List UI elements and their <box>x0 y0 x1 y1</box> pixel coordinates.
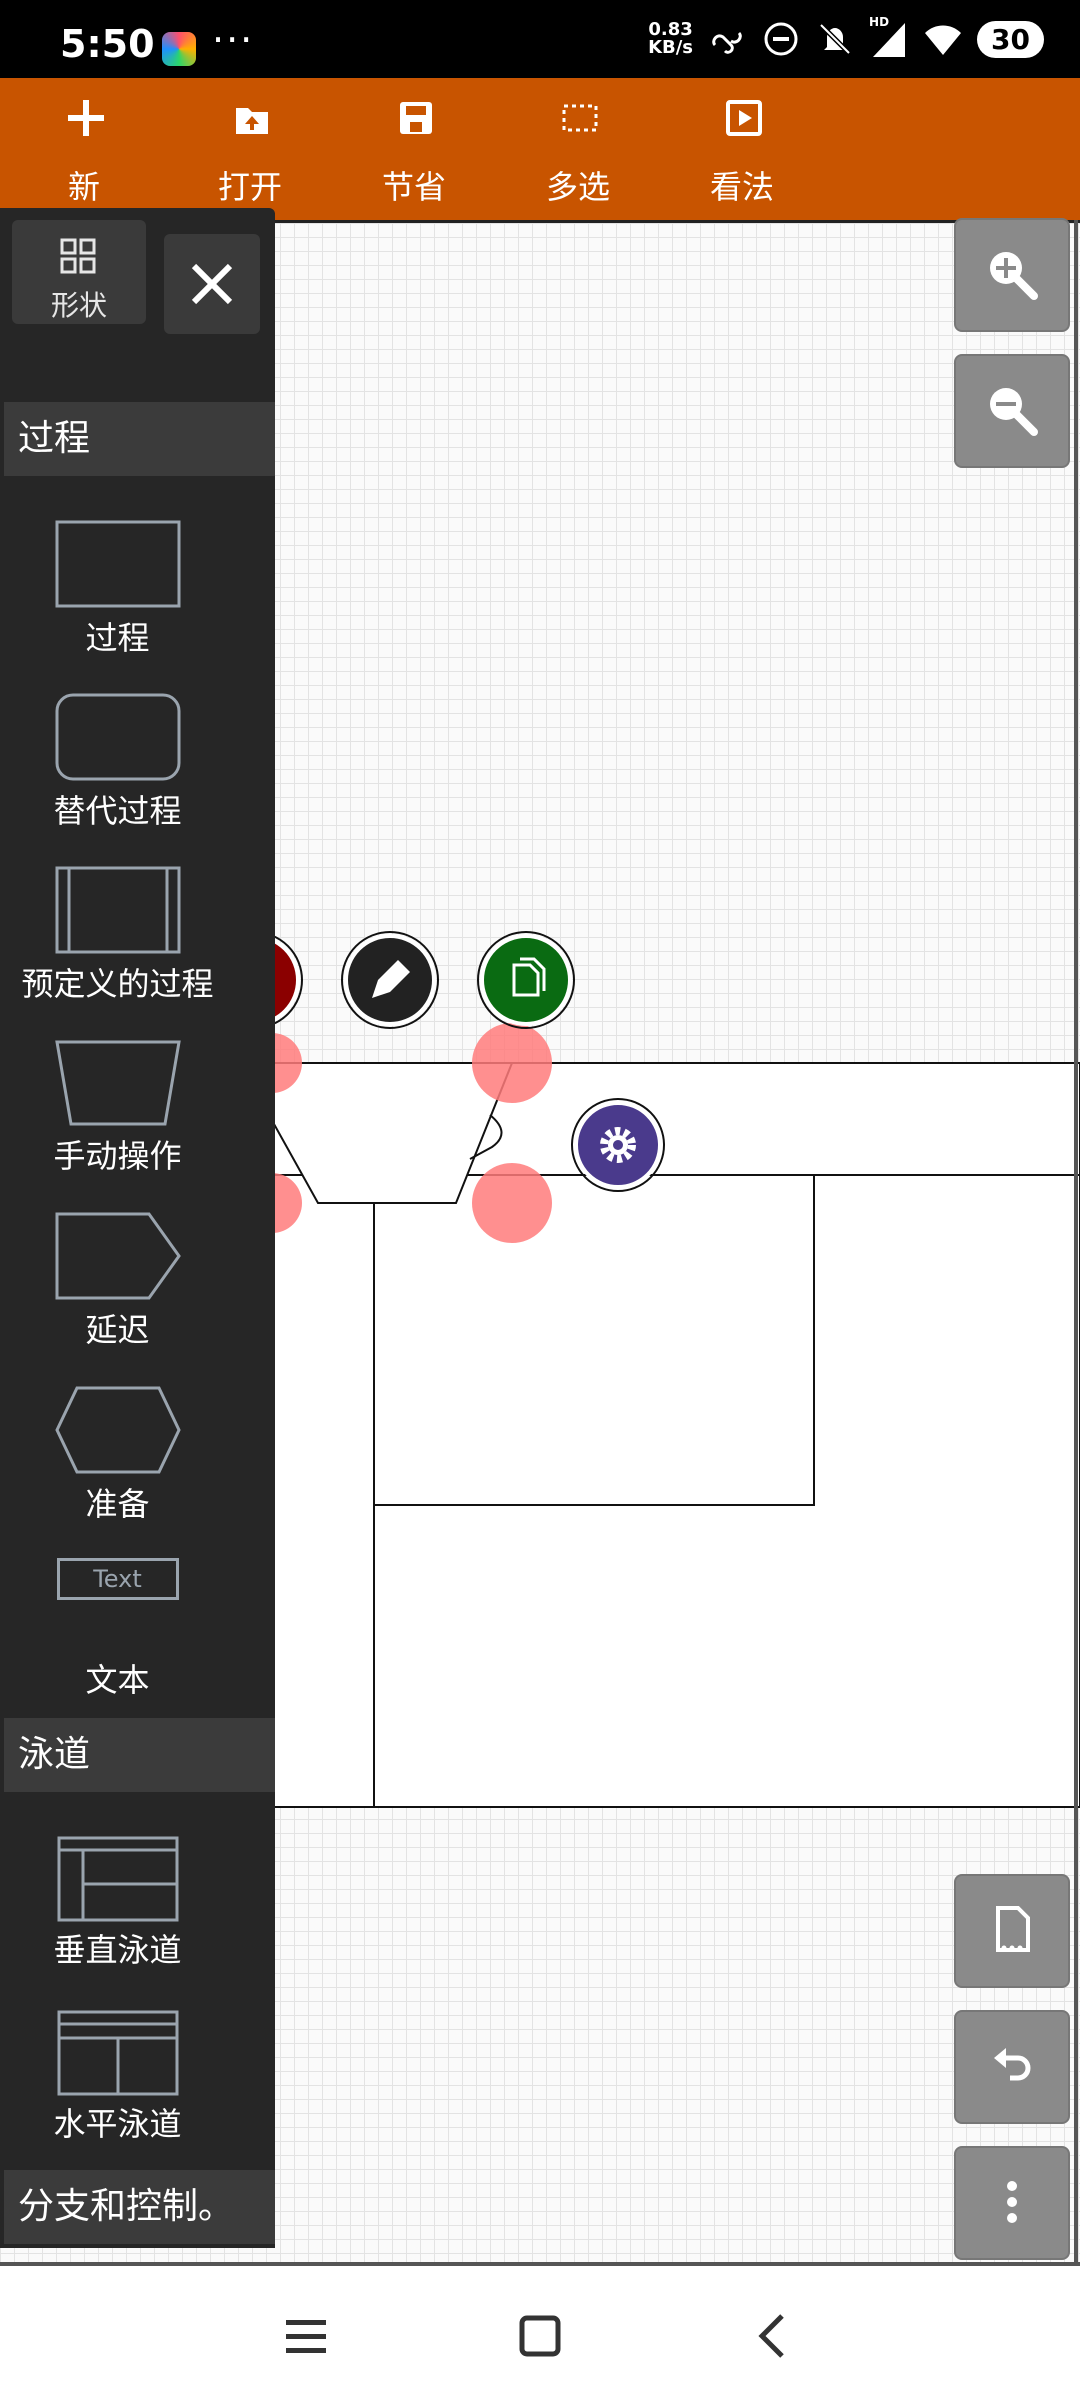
do-not-disturb-icon <box>764 22 798 56</box>
shapes-tab[interactable]: 形状 <box>12 220 146 324</box>
shape-label: 预定义的过程 <box>21 965 214 1003</box>
shape-item-horizontal-swimlane[interactable]: 水平泳道 <box>0 2010 235 2146</box>
shape-item-preparation[interactable]: 准备 <box>0 1386 235 1526</box>
wifi-icon <box>925 25 962 55</box>
section-header-swimlanes[interactable]: 泳道 <box>4 1718 275 1792</box>
close-sidebar-button[interactable] <box>164 234 260 334</box>
page-settings-button[interactable] <box>954 1874 1070 1988</box>
save-button[interactable]: 节省 <box>354 78 474 220</box>
resize-handle-bottom-right[interactable] <box>472 1163 552 1243</box>
battery-indicator: 30 <box>977 20 1044 58</box>
shape-item-delay[interactable]: 延迟 <box>0 1212 235 1352</box>
shape-label: 准备 <box>85 1485 150 1523</box>
more-vertical-icon <box>1007 2181 1017 2223</box>
save-label: 节省 <box>381 168 446 206</box>
muted-bell-icon <box>819 23 851 55</box>
shapes-sidebar[interactable]: 形状 过程 过程 替代过程 预定义的过程 手动操作 延迟 准备 Text 文本 … <box>0 208 275 2248</box>
page-icon <box>996 1906 1030 1952</box>
shapes-tab-label: 形状 <box>50 289 107 322</box>
shape-label: 过程 <box>85 619 150 657</box>
signal-icon: HD <box>869 15 909 59</box>
shape-label: 文本 <box>85 1661 150 1699</box>
new-label: 新 <box>67 168 100 206</box>
shape-label: 垂直泳道 <box>53 1931 182 1969</box>
undo-button[interactable] <box>954 2010 1070 2124</box>
delay-shape-icon <box>55 1212 181 1300</box>
zoom-in-icon <box>990 252 1038 300</box>
shape-item-text[interactable]: Text 文本 <box>0 1558 235 1702</box>
more-notifications-icon: ··· <box>212 18 255 62</box>
shape-label: 替代过程 <box>53 792 182 830</box>
app-notification-icon <box>162 32 196 66</box>
resize-handle-top-right[interactable] <box>472 1023 552 1103</box>
process-shape-icon <box>55 520 180 608</box>
shapes-grid-icon <box>60 238 96 274</box>
open-button[interactable]: 打开 <box>190 78 310 220</box>
shape-label: 延迟 <box>85 1311 150 1349</box>
status-time: 5:50 <box>60 22 155 66</box>
text-shape-icon: Text <box>56 1558 179 1600</box>
close-icon <box>191 263 233 305</box>
zoom-out-button[interactable] <box>954 354 1070 468</box>
predefined-process-shape-icon <box>55 866 180 954</box>
more-options-button[interactable] <box>954 2146 1070 2260</box>
home-icon[interactable] <box>510 2306 570 2366</box>
link-icon <box>712 31 742 54</box>
plus-icon <box>68 100 104 136</box>
status-icons: 0.83 KB/s HD 30 <box>648 14 1044 64</box>
duplicate-shape-button[interactable] <box>477 931 575 1029</box>
undo-icon <box>994 2048 1031 2081</box>
main-toolbar: 新 打开 节省 多选 看法 <box>0 78 1080 220</box>
open-file-icon <box>236 108 268 134</box>
shape-item-vertical-swimlane[interactable]: 垂直泳道 <box>0 1836 235 1972</box>
zoom-in-button[interactable] <box>954 218 1070 332</box>
shape-label: 手动操作 <box>53 1137 182 1175</box>
dashed-select-icon <box>562 104 598 132</box>
shape-item-alternate-process[interactable]: 替代过程 <box>0 693 235 833</box>
vertical-swimlane-icon <box>57 1836 178 1922</box>
view-label: 看法 <box>709 168 774 206</box>
shape-settings-button[interactable] <box>571 1098 665 1192</box>
hd-label: HD <box>869 15 890 29</box>
preparation-shape-icon <box>54 1386 181 1474</box>
network-speed: 0.83 KB/s <box>648 21 693 57</box>
edit-text-button[interactable] <box>341 931 439 1029</box>
open-label: 打开 <box>217 168 282 206</box>
process-shape[interactable] <box>373 1174 815 1506</box>
alternate-process-shape-icon <box>55 693 180 781</box>
horizontal-swimlane-icon <box>57 2010 178 2096</box>
multiselect-label: 多选 <box>545 168 610 206</box>
multiselect-button[interactable]: 多选 <box>518 78 638 220</box>
shape-item-manual-operation[interactable]: 手动操作 <box>0 1038 235 1178</box>
new-button[interactable]: 新 <box>24 78 144 220</box>
manual-operation-shape-icon <box>54 1040 181 1126</box>
shape-label: 水平泳道 <box>53 2105 182 2143</box>
zoom-out-icon <box>990 388 1038 436</box>
network-speed-unit: KB/s <box>648 37 694 58</box>
preview-play-icon <box>726 100 762 136</box>
back-icon[interactable] <box>744 2306 804 2366</box>
save-icon <box>400 102 432 134</box>
view-button[interactable]: 看法 <box>682 78 802 220</box>
shape-item-predefined-process[interactable]: 预定义的过程 <box>0 866 235 1006</box>
status-bar: 5:50 ··· 0.83 KB/s HD 30 <box>0 0 1080 78</box>
system-navigation-bar <box>0 2266 1080 2400</box>
shape-item-process[interactable]: 过程 <box>0 520 235 660</box>
section-header-branching[interactable]: 分支和控制。 <box>4 2170 275 2244</box>
menu-icon[interactable] <box>276 2306 336 2366</box>
canvas-right-border <box>1074 220 1078 2266</box>
section-header-process[interactable]: 过程 <box>4 402 275 476</box>
